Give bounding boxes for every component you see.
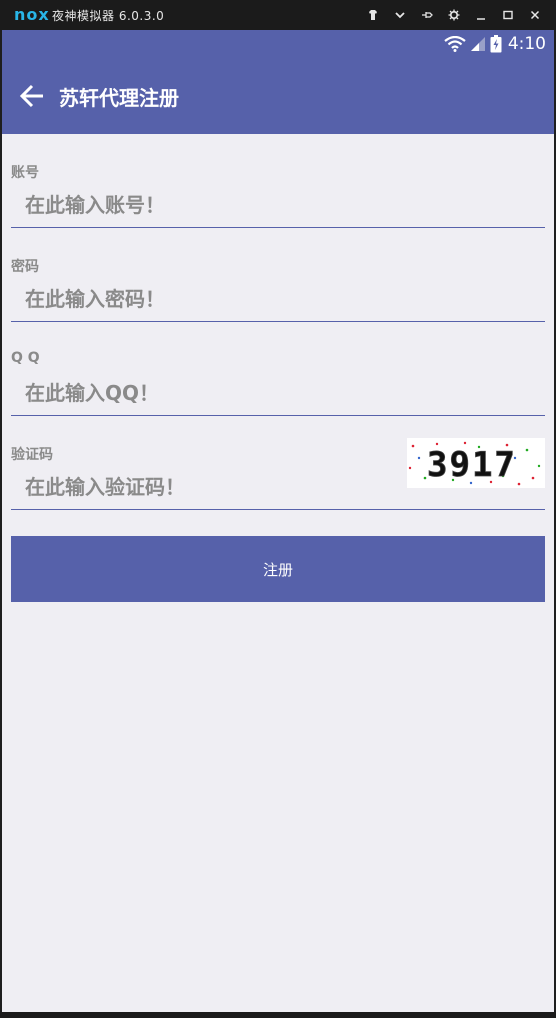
password-input[interactable] bbox=[11, 276, 545, 322]
account-label: 账号 bbox=[11, 165, 39, 181]
account-input[interactable] bbox=[11, 182, 545, 228]
wifi-icon bbox=[444, 36, 466, 52]
signal-icon bbox=[470, 36, 486, 52]
qq-label: Q Q bbox=[11, 350, 40, 366]
emulator-controls bbox=[359, 0, 548, 30]
toolbar: 苏轩代理注册 bbox=[2, 58, 554, 134]
skin-icon[interactable] bbox=[359, 0, 386, 30]
password-label: 密码 bbox=[11, 259, 39, 275]
captcha-code: 3917 bbox=[427, 445, 517, 485]
chevron-down-icon[interactable] bbox=[386, 0, 413, 30]
captcha-image[interactable]: 3917 bbox=[407, 438, 545, 488]
status-time: 4:10 bbox=[507, 34, 546, 54]
register-button[interactable]: 注册 bbox=[11, 536, 545, 602]
emulator-titlebar: nox 夜神模拟器 6.0.3.0 bbox=[0, 0, 556, 30]
gear-icon[interactable] bbox=[440, 0, 467, 30]
minimize-icon[interactable] bbox=[467, 0, 494, 30]
status-bar: 4:10 bbox=[2, 30, 554, 58]
captcha-field: 验证码 3917 bbox=[11, 416, 545, 510]
captcha-label: 验证码 bbox=[11, 447, 53, 463]
qq-input[interactable] bbox=[11, 370, 545, 416]
pin-icon[interactable] bbox=[413, 0, 440, 30]
arrow-left-icon bbox=[19, 84, 43, 108]
emulator-title: 夜神模拟器 6.0.3.0 bbox=[52, 8, 165, 23]
nox-logo: nox bbox=[14, 5, 50, 24]
maximize-icon[interactable] bbox=[494, 0, 521, 30]
emulator-bottom-bar bbox=[0, 1012, 556, 1018]
back-button[interactable] bbox=[7, 71, 57, 121]
password-field: 密码 bbox=[11, 228, 545, 322]
page-title: 苏轩代理注册 bbox=[59, 85, 179, 110]
close-icon[interactable] bbox=[521, 0, 548, 30]
qq-field: Q Q bbox=[11, 322, 545, 416]
register-form: 账号 密码 Q Q 验证码 bbox=[2, 134, 554, 602]
phone-screen: 4:10 苏轩代理注册 账号 密码 Q Q 验证码 bbox=[2, 30, 554, 1012]
account-field: 账号 bbox=[11, 134, 545, 228]
battery-icon bbox=[490, 35, 502, 53]
